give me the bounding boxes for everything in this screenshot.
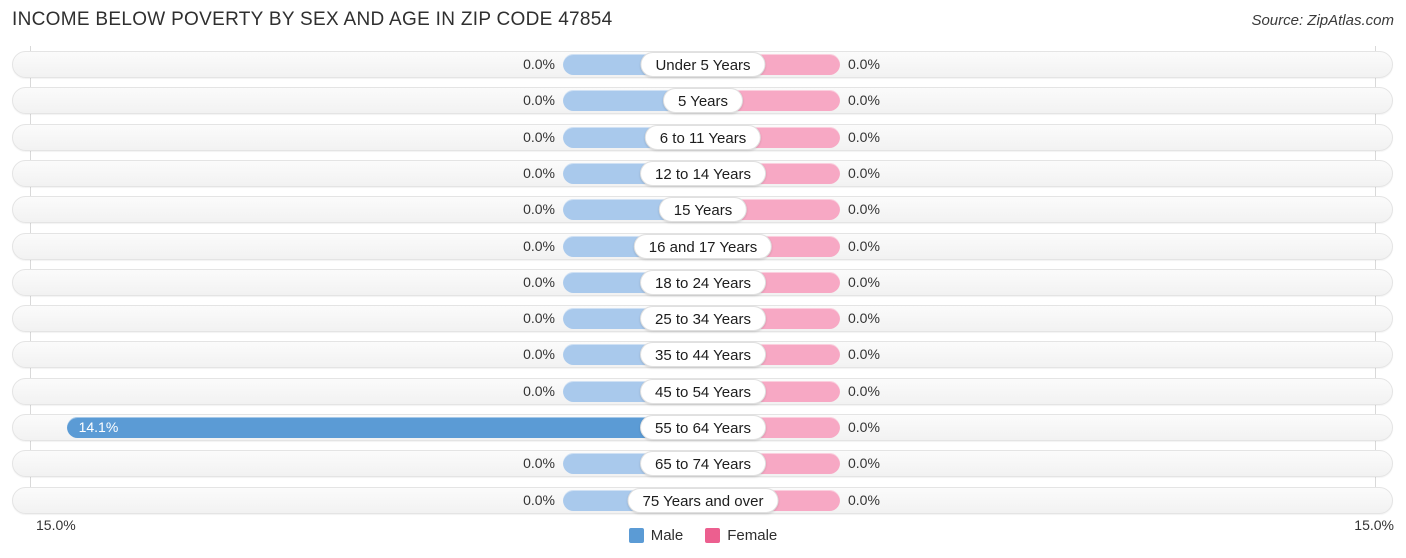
bar-value-male: 0.0% — [523, 273, 555, 290]
bar-female[interactable] — [747, 126, 840, 148]
bar-value-female: 0.0% — [848, 201, 880, 218]
bar-female[interactable] — [729, 90, 840, 112]
bar-value-male: 0.0% — [523, 201, 555, 218]
source-attribution: Source: ZipAtlas.com — [1251, 12, 1394, 29]
category-label-pill: Under 5 Years — [640, 52, 766, 77]
bar-value-female: 0.0% — [848, 491, 880, 508]
category-label-pill: 75 Years and over — [627, 487, 779, 513]
legend-swatch-icon — [628, 527, 644, 543]
bar-value-female: 0.0% — [848, 128, 880, 145]
category-label-pill: 5 Years — [662, 88, 744, 114]
bar-value-male: 0.0% — [523, 237, 555, 254]
bar-value-male: 0.0% — [523, 92, 555, 109]
category-label-pill: 12 to 14 Years — [640, 160, 766, 186]
chart-row: 0.0% 0.0% 35 to 44 Years — [12, 341, 1393, 369]
bar-male[interactable] — [563, 199, 673, 221]
legend-swatch-icon — [705, 527, 721, 543]
category-label-pill: 15 Years — [658, 197, 748, 223]
bar-value-female: 0.0% — [848, 56, 880, 72]
chart-row: 0.0% 0.0% 15 Years — [12, 196, 1393, 224]
bar-female[interactable] — [733, 199, 840, 221]
chart-legend: Male Female — [0, 522, 1406, 548]
chart-row: 0.0% 0.0% Under 5 Years — [12, 51, 1393, 78]
chart-plot-area: 0.0% 0.0% Under 5 Years 0.0% 0.0% 5 Years 0.0%… — [0, 44, 1406, 514]
chart-row: 0.0% 0.0% 12 to 14 Years — [12, 159, 1393, 187]
legend-item[interactable]: Female — [705, 527, 777, 544]
chart-row: 0.0% 0.0% 16 and 17 Years — [12, 232, 1393, 260]
bar-value-male: 0.0% — [523, 128, 555, 145]
bar-value-male: 0.0% — [523, 346, 555, 363]
bar-male[interactable] — [563, 90, 677, 112]
chart-row: 0.0% 0.0% 25 to 34 Years — [12, 305, 1393, 333]
chart-row: 0.0% 0.0% 5 Years — [12, 87, 1393, 115]
chart-row: 0.0% 0.0% 18 to 24 Years — [12, 268, 1393, 296]
bar-male[interactable] — [66, 417, 654, 438]
category-label-pill: 55 to 64 Years — [640, 415, 766, 440]
page-title: INCOME BELOW POVERTY BY SEX AND AGE IN Z… — [12, 9, 613, 30]
chart-row: 0.0% 0.0% 65 to 74 Years — [12, 450, 1393, 478]
legend-label: Female — [727, 526, 778, 544]
bar-value-female: 0.0% — [848, 237, 880, 254]
bar-value-male: 0.0% — [523, 164, 555, 181]
chart-row: 14.1% 0.0% 55 to 64 Years — [12, 414, 1393, 441]
category-label-pill: 35 to 44 Years — [640, 342, 766, 368]
bar-value-female: 0.0% — [848, 164, 880, 181]
bar-value-male: 0.0% — [523, 310, 555, 327]
bar-value-female: 0.0% — [848, 310, 880, 327]
chart-row: 0.0% 0.0% 75 Years and over — [12, 486, 1393, 514]
bar-value-female: 0.0% — [848, 346, 880, 363]
category-label-pill: 25 to 34 Years — [640, 306, 766, 332]
category-label-pill: 6 to 11 Years — [644, 124, 762, 150]
bar-value-male: 0.0% — [523, 56, 555, 72]
bar-value-female: 0.0% — [848, 92, 880, 109]
legend-label: Male — [650, 526, 684, 544]
bar-value-female: 0.0% — [848, 382, 880, 399]
category-label-pill: 16 and 17 Years — [633, 233, 773, 259]
category-label-pill: 18 to 24 Years — [640, 269, 766, 295]
bar-value-male: 0.0% — [523, 455, 555, 472]
bar-value-male: 0.0% — [523, 382, 555, 399]
bar-value-male: 0.0% — [523, 491, 555, 508]
bar-value-female: 0.0% — [848, 455, 880, 472]
bar-value-female: 0.0% — [848, 419, 880, 435]
chart-row: 0.0% 0.0% 45 to 54 Years — [12, 377, 1393, 405]
category-label-pill: 45 to 54 Years — [640, 378, 766, 404]
legend-item[interactable]: Male — [628, 526, 684, 544]
bar-value-female: 0.0% — [848, 273, 880, 290]
chart-header: INCOME BELOW POVERTY BY SEX AND AGE IN Z… — [0, 0, 1406, 44]
bar-value-male-inside: 14.1% — [78, 419, 119, 435]
category-label-pill: 65 to 74 Years — [640, 451, 766, 477]
chart-row: 0.0% 0.0% 6 to 11 Years — [12, 123, 1393, 151]
